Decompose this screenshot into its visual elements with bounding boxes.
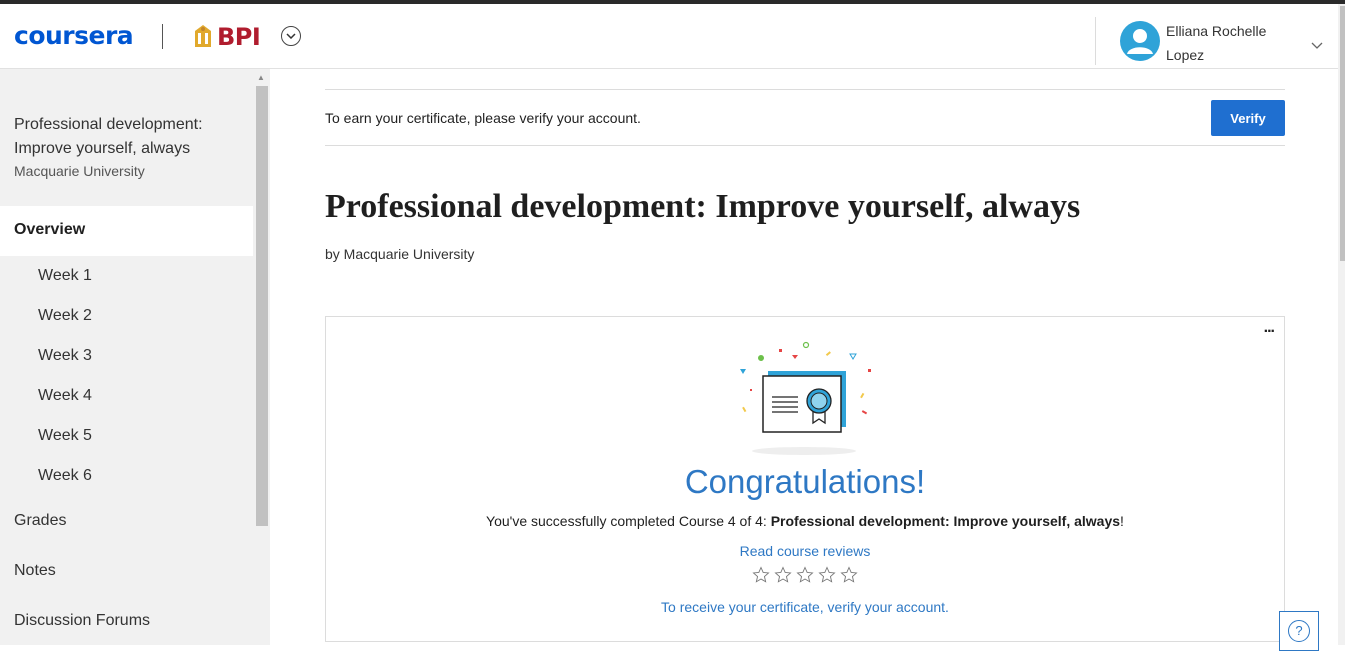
verify-banner: To earn your certificate, please verify … [325,89,1285,146]
bpi-crest-icon [195,25,211,47]
user-menu-toggle[interactable] [1311,37,1323,55]
org-switcher-button[interactable] [281,26,301,46]
sidebar-course-title[interactable]: Professional development: Improve yourse… [14,113,244,161]
chevron-down-icon [286,33,296,39]
sidebar-item-week-5[interactable]: Week 5 [38,427,92,445]
sidebar-item-notes[interactable]: Notes [14,562,56,580]
help-button[interactable]: ? [1279,611,1319,651]
sidebar-scroll-up[interactable]: ▲ [257,73,265,82]
sidebar-item-grades[interactable]: Grades [14,512,66,530]
completion-prefix: You've successfully completed Course 4 o… [486,513,771,529]
read-course-reviews-link[interactable]: Read course reviews [326,543,1284,559]
top-header: coursera BPI Elliana Rochelle Lopez [0,4,1338,69]
sidebar-item-week-2[interactable]: Week 2 [38,307,92,325]
star-icon[interactable] [796,566,814,584]
course-by-line: by Macquarie University [325,246,475,262]
bpi-logo-text: BPI [217,23,261,51]
coursera-logo[interactable]: coursera [14,21,134,50]
completion-course-name: Professional development: Improve yourse… [770,513,1121,529]
logo-divider [162,24,163,49]
completion-suffix: ! [1120,513,1124,529]
sidebar-item-overview[interactable]: Overview [0,206,253,256]
chevron-down-icon [1311,42,1323,49]
sidebar-item-week-6[interactable]: Week 6 [38,467,92,485]
sidebar-item-week-4[interactable]: Week 4 [38,387,92,405]
verify-banner-text: To earn your certificate, please verify … [325,110,641,126]
star-icon[interactable] [840,566,858,584]
user-name[interactable]: Elliana Rochelle Lopez [1166,19,1286,67]
sidebar-course-org: Macquarie University [14,163,145,179]
certificate-icon [736,339,876,462]
course-rating-stars [752,566,858,584]
sidebar-item-week-1[interactable]: Week 1 [38,267,92,285]
star-icon[interactable] [774,566,792,584]
user-avatar-icon[interactable] [1120,21,1160,61]
verify-button[interactable]: Verify [1211,100,1285,136]
header-divider [1095,17,1096,65]
congratulations-heading: Congratulations! [684,463,926,500]
sidebar-scrollbar[interactable] [256,86,268,526]
more-icon[interactable]: ... [1264,319,1275,337]
star-icon[interactable] [818,566,836,584]
completion-card: ... Congratulations! You've successfully… [325,316,1285,642]
verify-account-link[interactable]: To receive your certificate, verify your… [326,599,1284,615]
bpi-logo[interactable]: BPI [192,22,261,52]
help-icon: ? [1288,620,1310,642]
star-icon[interactable] [752,566,770,584]
completion-message: You've successfully completed Course 4 o… [326,513,1284,529]
page-title: Professional development: Improve yourse… [325,188,1081,225]
sidebar-item-week-3[interactable]: Week 3 [38,347,92,365]
sidebar-item-discussion-forums[interactable]: Discussion Forums [14,612,150,630]
main-scrollbar-thumb[interactable] [1340,6,1345,261]
